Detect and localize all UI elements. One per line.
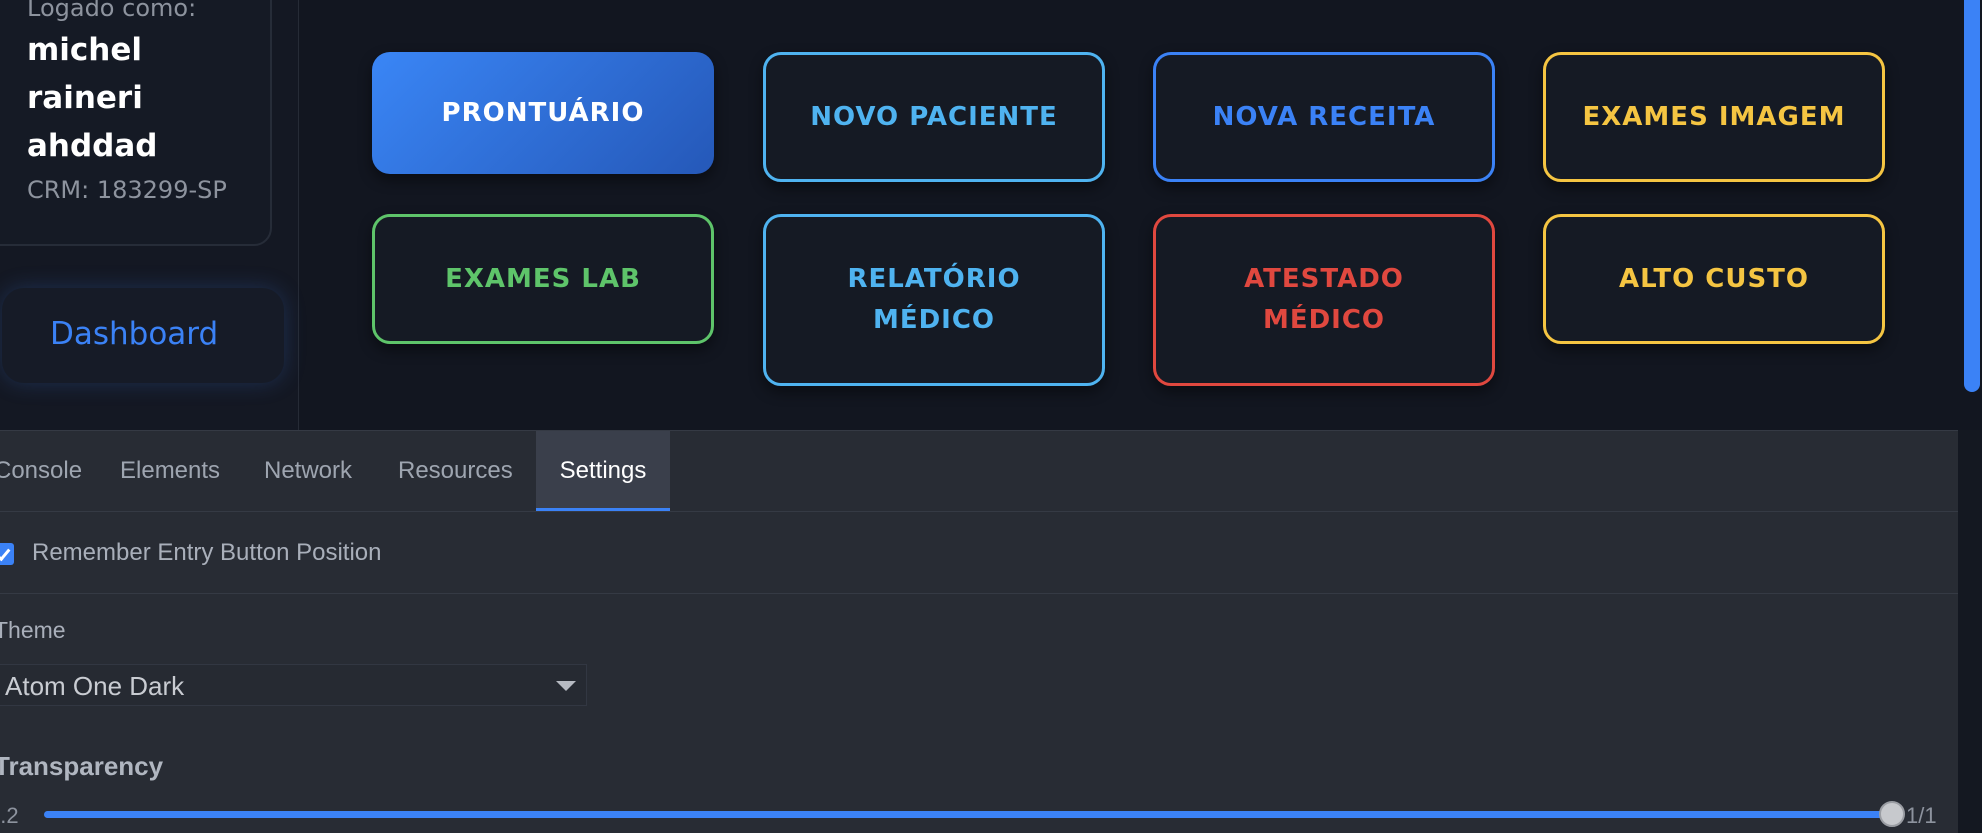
exames-lab-button[interactable]: EXAMES LAB bbox=[372, 214, 714, 344]
remember-position-label[interactable]: Remember Entry Button Position bbox=[32, 539, 382, 567]
exames-lab-label: EXAMES LAB bbox=[445, 263, 641, 294]
transparency-max-label: 1/1 bbox=[1906, 803, 1937, 828]
sidebar-item-dashboard[interactable]: Dashboard bbox=[2, 288, 284, 383]
prontuario-label: PRONTUÁRIO bbox=[441, 97, 645, 128]
remember-position-checkbox[interactable] bbox=[0, 543, 14, 565]
relatorio-medico-button[interactable]: RELATÓRIO MÉDICO bbox=[763, 214, 1105, 386]
user-card: Logado como: michel raineri ahddad CRM: … bbox=[0, 0, 272, 246]
atestado-medico-button[interactable]: ATESTADO MÉDICO bbox=[1153, 214, 1495, 386]
tab-network[interactable]: Network bbox=[264, 431, 352, 511]
devtools-tabbar: Console Elements Network Resources Setti… bbox=[0, 431, 1958, 512]
transparency-label: Transparency bbox=[0, 751, 164, 781]
relatorio-medico-label: RELATÓRIO MÉDICO bbox=[847, 264, 1021, 335]
logged-as-label: Logado como: bbox=[27, 0, 197, 22]
transparency-slider-thumb[interactable] bbox=[1879, 801, 1905, 827]
tab-resources[interactable]: Resources bbox=[398, 431, 513, 511]
tab-settings[interactable]: Settings bbox=[536, 431, 670, 511]
tab-elements[interactable]: Elements bbox=[120, 431, 220, 511]
alto-custo-button[interactable]: ALTO CUSTO bbox=[1543, 214, 1885, 344]
devtools-panel: Console Elements Network Resources Setti… bbox=[0, 430, 1958, 833]
remember-position-row: Remember Entry Button Position bbox=[0, 513, 1958, 594]
transparency-min-label: 0.2 bbox=[0, 803, 19, 828]
tab-console[interactable]: Console bbox=[0, 431, 82, 511]
nova-receita-button[interactable]: NOVA RECEITA bbox=[1153, 52, 1495, 182]
crm-label: CRM: 183299-SP bbox=[27, 176, 227, 204]
scrollbar-thumb[interactable] bbox=[1964, 0, 1980, 392]
theme-select[interactable]: Atom One Dark bbox=[0, 664, 587, 706]
sidebar: Logado como: michel raineri ahddad CRM: … bbox=[0, 0, 299, 430]
nova-receita-label: NOVA RECEITA bbox=[1212, 101, 1436, 132]
theme-select-value: Atom One Dark bbox=[5, 671, 185, 701]
atestado-medico-label: ATESTADO MÉDICO bbox=[1244, 264, 1404, 335]
sidebar-item-label: Dashboard bbox=[50, 316, 219, 352]
theme-label: Theme bbox=[0, 617, 66, 643]
exames-imagem-label: EXAMES IMAGEM bbox=[1582, 101, 1846, 132]
novo-paciente-button[interactable]: NOVO PACIENTE bbox=[763, 52, 1105, 182]
alto-custo-label: ALTO CUSTO bbox=[1618, 263, 1810, 294]
transparency-slider-fill bbox=[44, 811, 1892, 818]
prontuario-button[interactable]: PRONTUÁRIO bbox=[372, 52, 714, 174]
user-name: michel raineri ahddad bbox=[27, 32, 158, 164]
page-scrollbar[interactable] bbox=[1960, 0, 1982, 430]
novo-paciente-label: NOVO PACIENTE bbox=[810, 101, 1058, 132]
exames-imagem-button[interactable]: EXAMES IMAGEM bbox=[1543, 52, 1885, 182]
chevron-down-icon bbox=[556, 681, 576, 691]
app-area: Logado como: michel raineri ahddad CRM: … bbox=[0, 0, 1982, 430]
transparency-slider[interactable] bbox=[44, 811, 1892, 818]
